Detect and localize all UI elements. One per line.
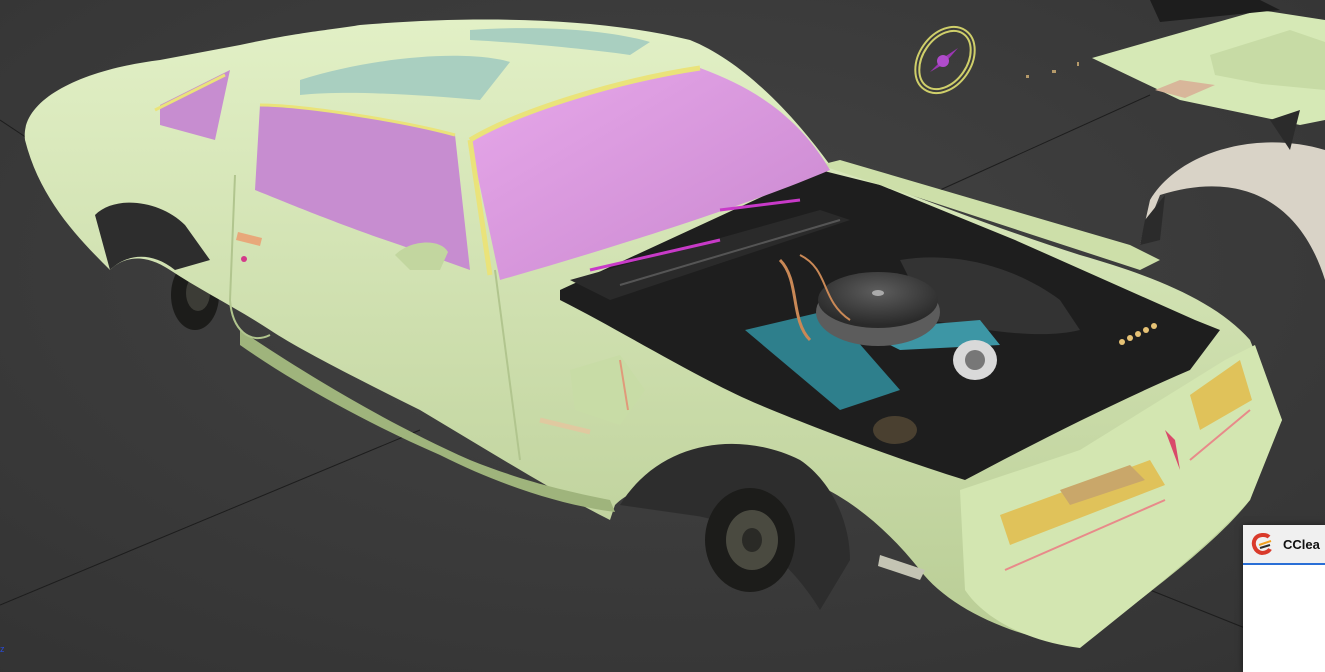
notification-header: CClea: [1243, 525, 1325, 565]
notification-title: CClea: [1283, 536, 1320, 552]
front-wheel: [705, 488, 795, 592]
ccleaner-icon: [1249, 531, 1275, 557]
3d-viewport[interactable]: z: [0, 0, 1325, 672]
axis-label: z: [0, 644, 5, 654]
ccleaner-notification[interactable]: CClea: [1243, 525, 1325, 672]
viewport-scene[interactable]: [0, 0, 1325, 672]
